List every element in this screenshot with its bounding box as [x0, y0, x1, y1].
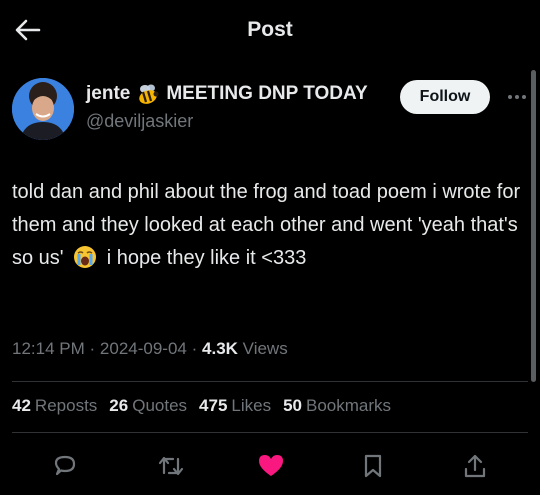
action-bar [0, 443, 540, 487]
post-text-part-2: i hope they like it <333 [106, 247, 307, 269]
follow-button[interactable]: Follow [400, 80, 490, 114]
page-title: Post [247, 18, 293, 41]
repost-button[interactable] [154, 449, 188, 483]
display-name-text: jente [86, 83, 131, 104]
divider [12, 381, 528, 382]
post-date[interactable]: 2024-09-04 [100, 339, 187, 358]
share-button[interactable] [458, 449, 492, 483]
bookmark-button[interactable] [356, 449, 390, 483]
like-icon [259, 455, 283, 476]
quotes-label: Quotes [132, 396, 188, 415]
bookmarks-count: 50 [283, 396, 303, 415]
meta-separator: · [89, 339, 96, 358]
likes-count: 475 [199, 396, 228, 415]
crying-face-emoji [73, 245, 97, 280]
display-name[interactable]: jente MEETING DNP TODAY [86, 83, 368, 105]
views-label: Views [242, 339, 288, 358]
bookmarks-label: Bookmarks [306, 396, 392, 415]
post-meta: 12:14 PM · 2024-09-04 · 4.3K Views [12, 339, 288, 359]
bookmarks-stat[interactable]: 50 Bookmarks [283, 396, 391, 416]
top-bar: Post [0, 0, 540, 62]
post-text: told dan and phil about the frog and toa… [12, 176, 526, 280]
quotes-stat[interactable]: 26 Quotes [109, 396, 187, 416]
engagement-stats: 42 Reposts 26 Quotes 475 Likes 50 Bookmarks [12, 396, 403, 416]
views-count: 4.3K [202, 339, 238, 358]
avatar[interactable] [12, 78, 74, 140]
bee-emoji [136, 83, 160, 105]
post-header: jente MEETING DNP TODAY @deviljaskier Fo… [12, 78, 528, 140]
display-name-suffix: MEETING DNP TODAY [166, 83, 368, 104]
share-icon [464, 454, 486, 478]
reposts-stat[interactable]: 42 Reposts [12, 396, 97, 416]
more-button[interactable] [504, 84, 530, 110]
reply-icon [54, 455, 76, 476]
reposts-label: Reposts [34, 396, 98, 415]
post-time[interactable]: 12:14 PM [12, 339, 85, 358]
likes-label: Likes [231, 396, 272, 415]
like-button[interactable] [254, 449, 288, 483]
reply-button[interactable] [48, 449, 82, 483]
reposts-count: 42 [12, 396, 31, 415]
meta-separator: · [191, 339, 198, 358]
divider [12, 432, 528, 433]
repost-icon [158, 456, 184, 476]
likes-stat[interactable]: 475 Likes [199, 396, 271, 416]
quotes-count: 26 [109, 396, 129, 415]
bookmark-icon [364, 454, 382, 478]
scrollbar[interactable] [531, 70, 536, 382]
ellipsis-icon [508, 95, 526, 99]
user-handle[interactable]: @deviljaskier [86, 111, 193, 132]
